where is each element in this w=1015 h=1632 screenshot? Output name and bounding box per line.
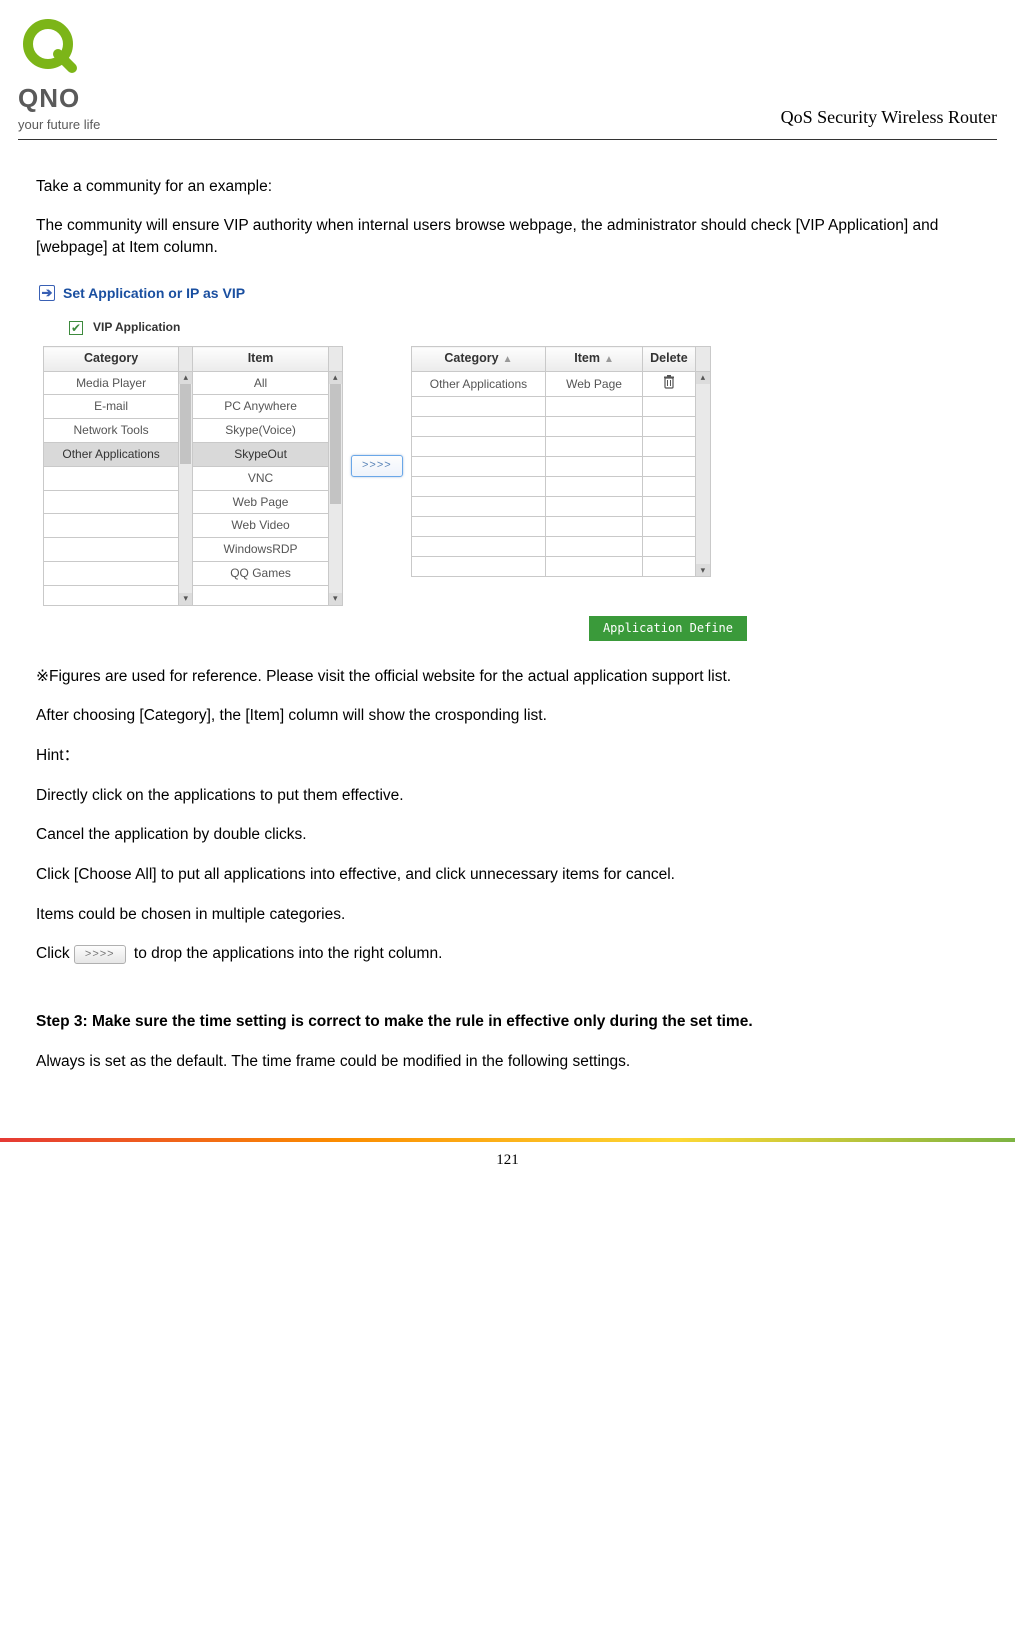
- right-delete-cell[interactable]: [642, 371, 695, 397]
- hint-4: Items could be chosen in multiple catego…: [36, 904, 997, 926]
- left-item-cell[interactable]: Skype(Voice): [193, 419, 328, 443]
- left-item-cell[interactable]: [193, 585, 328, 605]
- left-category-scrollbar[interactable]: [179, 347, 193, 372]
- panel-expand-icon[interactable]: ➔: [39, 285, 55, 301]
- left-category-cell[interactable]: Network Tools: [44, 419, 179, 443]
- right-scrollbar-track[interactable]: ▴▾: [695, 371, 710, 577]
- paragraph-always-default: Always is set as the default. The time f…: [36, 1051, 997, 1073]
- right-table: Category▲ Item▲ Delete Other Application…: [411, 346, 711, 577]
- right-delete-cell: [642, 397, 695, 417]
- right-delete-cell: [642, 417, 695, 437]
- right-header-delete[interactable]: Delete: [642, 347, 695, 372]
- left-table: Category Item Media Player▴▾All▴▾E-mailP…: [43, 346, 343, 606]
- product-title: QoS Security Wireless Router: [781, 105, 997, 134]
- left-item-cell[interactable]: QQ Games: [193, 561, 328, 585]
- left-item-cell[interactable]: PC Anywhere: [193, 395, 328, 419]
- right-header-category[interactable]: Category▲: [411, 347, 546, 372]
- paragraph-intro-2: The community will ensure VIP authority …: [36, 215, 997, 258]
- left-item-cell[interactable]: VNC: [193, 466, 328, 490]
- vip-checkbox-row: ✔ VIP Application: [39, 311, 753, 346]
- right-category-cell: [411, 457, 546, 477]
- right-category-cell: [411, 557, 546, 577]
- vip-checkbox[interactable]: ✔: [69, 321, 83, 335]
- left-header-category[interactable]: Category: [44, 347, 179, 372]
- right-item-cell: [546, 497, 643, 517]
- click-prefix: Click: [36, 945, 70, 962]
- left-category-cell[interactable]: Media Player: [44, 371, 179, 395]
- qno-logo-icon: [18, 18, 78, 78]
- right-item-cell: [546, 517, 643, 537]
- right-delete-cell: [642, 477, 695, 497]
- logo-brand: QNO: [18, 80, 80, 116]
- left-category-cell[interactable]: [44, 490, 179, 514]
- vip-checkbox-label: VIP Application: [93, 319, 180, 336]
- sort-asc-icon[interactable]: ▲: [503, 353, 513, 367]
- inline-move-right-button[interactable]: >>>>: [74, 945, 126, 964]
- hint-1: Directly click on the applications to pu…: [36, 785, 997, 807]
- right-header-item[interactable]: Item▲: [546, 347, 643, 372]
- right-item-cell: [546, 477, 643, 497]
- right-category-cell: [411, 537, 546, 557]
- left-category-cell[interactable]: Other Applications: [44, 442, 179, 466]
- panel-title: Set Application or IP as VIP: [63, 284, 245, 304]
- step-3-heading: Step 3: Make sure the time setting is co…: [36, 1011, 997, 1033]
- right-item-cell: Web Page: [546, 371, 643, 397]
- left-item-scrollbar-track[interactable]: ▴▾: [328, 371, 342, 605]
- right-item-cell: [546, 537, 643, 557]
- left-header-item[interactable]: Item: [193, 347, 328, 372]
- right-delete-cell: [642, 437, 695, 457]
- left-item-cell[interactable]: All: [193, 371, 328, 395]
- left-category-cell[interactable]: E-mail: [44, 395, 179, 419]
- hint-label: Hint：: [36, 745, 997, 767]
- figures-note: ※Figures are used for reference. Please …: [36, 666, 997, 688]
- right-category-cell: [411, 517, 546, 537]
- logo-tagline: your future life: [18, 116, 100, 134]
- right-scrollbar[interactable]: [695, 347, 710, 372]
- left-item-cell[interactable]: WindowsRDP: [193, 538, 328, 562]
- right-item-cell: [546, 457, 643, 477]
- spacer: [18, 983, 997, 993]
- page-number: 121: [0, 1142, 1015, 1189]
- left-item-cell[interactable]: Web Page: [193, 490, 328, 514]
- paragraph-intro-1: Take a community for an example:: [36, 176, 997, 198]
- left-category-cell[interactable]: [44, 538, 179, 562]
- left-category-scrollbar-track[interactable]: ▴▾: [179, 371, 193, 605]
- move-right-button[interactable]: >>>>: [351, 455, 403, 476]
- application-define-button[interactable]: Application Define: [589, 616, 747, 641]
- right-item-cell: [546, 397, 643, 417]
- left-category-cell[interactable]: [44, 466, 179, 490]
- hint-3: Click [Choose All] to put all applicatio…: [36, 864, 997, 886]
- right-delete-cell: [642, 517, 695, 537]
- page-header: QNO your future life QoS Security Wirele…: [18, 18, 997, 140]
- right-delete-cell: [642, 537, 695, 557]
- left-category-cell[interactable]: [44, 514, 179, 538]
- left-item-cell[interactable]: SkypeOut: [193, 442, 328, 466]
- click-move-line: Click >>>> to drop the applications into…: [36, 943, 997, 965]
- right-delete-cell: [642, 557, 695, 577]
- left-category-cell[interactable]: [44, 561, 179, 585]
- sort-asc-icon[interactable]: ▲: [604, 353, 614, 367]
- right-category-cell: [411, 477, 546, 497]
- paragraph-after-choosing: After choosing [Category], the [Item] co…: [36, 705, 997, 727]
- right-item-cell: [546, 437, 643, 457]
- right-delete-cell: [642, 497, 695, 517]
- left-item-scrollbar[interactable]: [328, 347, 342, 372]
- right-category-cell: [411, 417, 546, 437]
- click-suffix: to drop the applications into the right …: [134, 945, 442, 962]
- right-item-cell: [546, 557, 643, 577]
- right-item-cell: [546, 417, 643, 437]
- left-item-cell[interactable]: Web Video: [193, 514, 328, 538]
- right-delete-cell: [642, 457, 695, 477]
- vip-application-panel: ➔ Set Application or IP as VIP ✔ VIP App…: [36, 277, 756, 648]
- panel-title-row: ➔ Set Application or IP as VIP: [39, 282, 753, 312]
- left-category-cell[interactable]: [44, 585, 179, 605]
- right-category-cell: Other Applications: [411, 371, 546, 397]
- hint-2: Cancel the application by double clicks.: [36, 824, 997, 846]
- right-category-cell: [411, 497, 546, 517]
- right-category-cell: [411, 437, 546, 457]
- logo-block: QNO your future life: [18, 18, 100, 135]
- trash-icon[interactable]: [663, 375, 675, 389]
- right-category-cell: [411, 397, 546, 417]
